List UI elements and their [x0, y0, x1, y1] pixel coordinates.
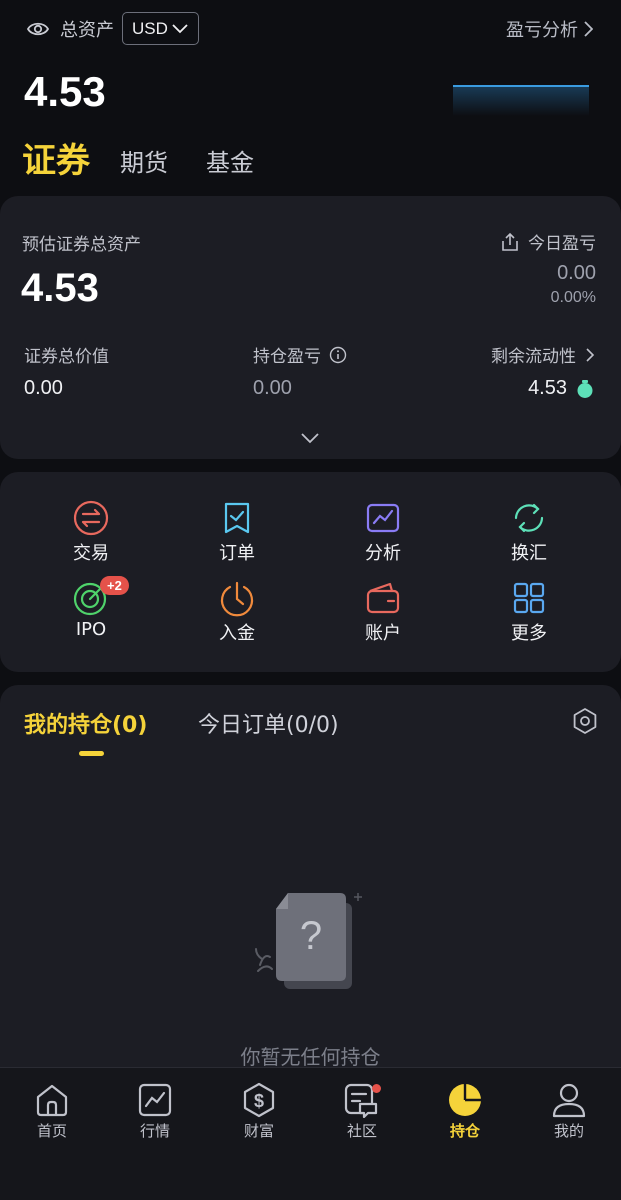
tab-today-orders[interactable]: 今日订单(0/0) — [198, 707, 339, 739]
chevron-right-icon — [584, 21, 593, 37]
currency-select[interactable]: USD — [122, 12, 199, 45]
liquidity-label: 剩余流动性 — [491, 347, 576, 367]
estimated-assets-value: 4.53 — [21, 266, 99, 310]
action-ipo[interactable]: +2 IPO — [41, 576, 141, 640]
positions-pie-icon — [449, 1084, 481, 1116]
action-deposit[interactable]: 入金 — [187, 579, 287, 645]
settings-icon[interactable] — [571, 707, 599, 735]
nav-market[interactable]: 行情 — [115, 1082, 195, 1141]
chevron-down-icon — [172, 23, 188, 33]
trade-exchange-icon — [73, 500, 109, 536]
action-account-label: 账户 — [365, 623, 401, 644]
ipo-count-badge: +2 — [100, 576, 129, 595]
liquidity-value-row: 4.53 — [491, 377, 595, 400]
tab-securities[interactable]: 证券 — [22, 133, 90, 184]
action-ipo-label: IPO — [75, 619, 107, 640]
home-icon — [36, 1084, 68, 1117]
bottom-navigation: 首页 行情 $ 财富 社区 持仓 我的 — [0, 1067, 621, 1200]
deposit-clock-icon — [220, 581, 254, 617]
nav-positions-label: 持仓 — [449, 1122, 480, 1140]
wealth-dollar-icon: $ — [243, 1082, 275, 1118]
grid-more-icon — [513, 582, 545, 614]
share-icon — [502, 232, 518, 251]
wallet-icon — [366, 582, 400, 614]
empty-document-icon: ? — [255, 893, 362, 989]
nav-profile-label: 我的 — [553, 1122, 584, 1140]
expand-chevron-icon[interactable] — [300, 432, 320, 444]
estimated-assets-label: 预估证券总资产 — [22, 235, 141, 255]
today-pnl-label: 今日盈亏 — [528, 234, 596, 254]
market-value-label: 证券总价值 — [24, 347, 109, 367]
market-value-metric: 证券总价值 0.00 — [24, 342, 109, 400]
action-account[interactable]: 账户 — [333, 579, 433, 645]
currency-value: USD — [132, 18, 168, 38]
liquidity-value: 4.53 — [528, 377, 567, 399]
total-assets-value: 4.53 — [24, 68, 106, 115]
market-value: 0.00 — [24, 377, 63, 399]
tab-futures[interactable]: 期货 — [120, 143, 168, 184]
action-trade[interactable]: 交易 — [41, 499, 141, 565]
top-bar: 总资产 USD 盈亏分析 — [0, 0, 621, 60]
quick-actions-card: 交易 订单 分析 换汇 +2 IPO 入金 账户 更多 — [0, 472, 621, 672]
active-tab-indicator — [79, 751, 104, 756]
action-orders[interactable]: 订单 — [187, 499, 287, 565]
action-orders-label: 订单 — [219, 543, 255, 564]
currency-exchange-icon — [514, 503, 544, 533]
securities-summary-card: 预估证券总资产 4.53 今日盈亏 0.00 0.00% 证券总价值 0.00 … — [0, 196, 621, 459]
positions-card: 我的持仓(0) 今日订单(0/0) ? 你暂无任何持仓 — [0, 685, 621, 1125]
nav-profile[interactable]: 我的 — [529, 1082, 609, 1141]
pnl-analysis-label: 盈亏分析 — [506, 20, 578, 41]
chevron-right-icon — [586, 347, 595, 362]
nav-home-label: 首页 — [36, 1122, 67, 1140]
nav-market-label: 行情 — [139, 1122, 170, 1140]
eye-icon[interactable] — [26, 18, 50, 40]
notification-dot — [372, 1084, 381, 1093]
action-analysis[interactable]: 分析 — [333, 499, 433, 565]
asset-tabs: 证券 期货 基金 — [22, 134, 292, 184]
position-pnl-metric: 持仓盈亏 0.00 — [253, 342, 347, 400]
nav-positions[interactable]: 持仓 — [425, 1082, 505, 1141]
action-analysis-label: 分析 — [365, 543, 401, 564]
liquidity-status-icon — [577, 379, 593, 398]
order-check-icon — [224, 502, 250, 534]
nav-community[interactable]: 社区 — [322, 1082, 402, 1141]
action-more-label: 更多 — [511, 623, 547, 644]
liquidity-label-row: 剩余流动性 — [491, 342, 595, 367]
tab-my-holdings[interactable]: 我的持仓(0) — [24, 707, 147, 739]
info-icon[interactable] — [329, 346, 347, 364]
svg-text:$: $ — [254, 1091, 264, 1111]
nav-home[interactable]: 首页 — [12, 1082, 92, 1141]
market-chart-icon — [138, 1083, 172, 1117]
empty-holdings-text: 你暂无任何持仓 — [240, 1045, 381, 1069]
nav-wealth[interactable]: $ 财富 — [219, 1082, 299, 1141]
pnl-analysis-link[interactable]: 盈亏分析 — [506, 16, 593, 42]
action-more[interactable]: 更多 — [479, 579, 579, 645]
position-pnl-value: 0.00 — [253, 377, 292, 399]
analysis-chart-icon — [366, 503, 400, 533]
nav-wealth-label: 财富 — [243, 1122, 274, 1140]
assets-sparkline — [453, 85, 589, 116]
today-pnl-share[interactable]: 今日盈亏 — [500, 229, 596, 254]
action-exchange[interactable]: 换汇 — [479, 499, 579, 565]
profile-icon — [552, 1083, 586, 1118]
action-exchange-label: 换汇 — [511, 543, 547, 564]
svg-text:?: ? — [300, 914, 322, 958]
action-trade-label: 交易 — [73, 543, 109, 564]
tab-funds[interactable]: 基金 — [206, 143, 254, 184]
action-deposit-label: 入金 — [219, 623, 255, 644]
total-assets-label: 总资产 — [60, 20, 114, 41]
today-pnl-value: 0.00 — [557, 262, 596, 284]
liquidity-metric[interactable]: 剩余流动性 4.53 — [491, 342, 595, 400]
today-pnl-percent: 0.00% — [550, 289, 596, 306]
position-pnl-label-row: 持仓盈亏 — [253, 342, 347, 367]
position-pnl-label: 持仓盈亏 — [253, 347, 321, 367]
nav-community-label: 社区 — [346, 1122, 377, 1140]
